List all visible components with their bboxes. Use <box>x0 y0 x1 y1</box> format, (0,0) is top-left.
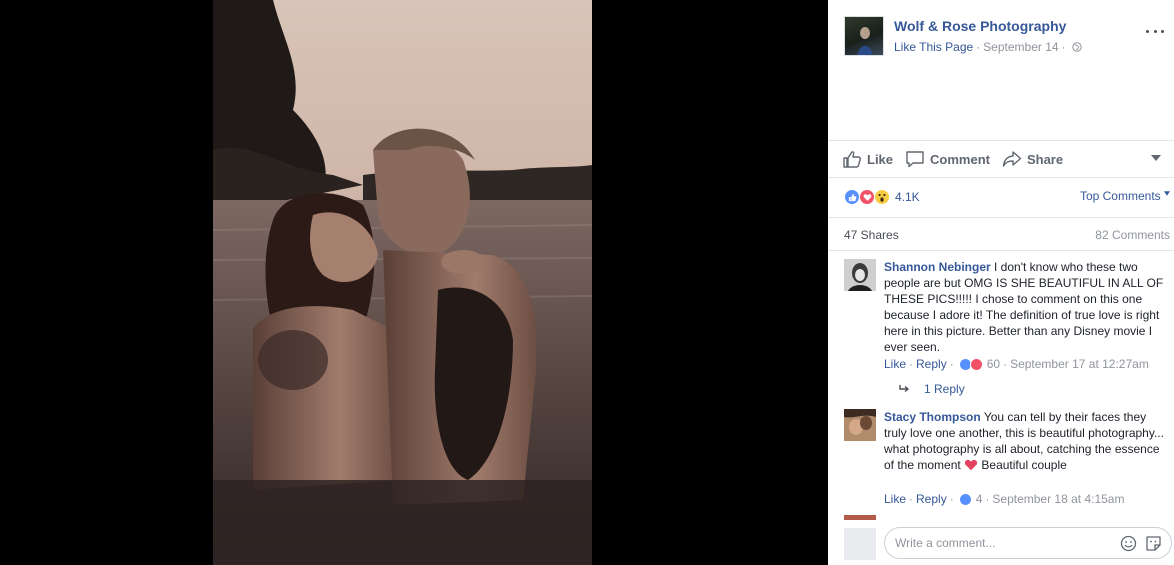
comment-text: I don't know who these two people are bu… <box>884 260 1164 354</box>
heart-icon <box>964 459 978 471</box>
comment-actions: Like · Reply · 4 · September 18 at 4:15a… <box>884 492 1124 506</box>
comment-reply-link[interactable]: Reply <box>916 492 947 506</box>
top-comments-label: Top Comments <box>1079 189 1161 203</box>
comment-reactions[interactable] <box>958 357 983 371</box>
shares-count[interactable]: 47 Shares <box>844 228 899 242</box>
commenter-avatar[interactable] <box>844 259 876 291</box>
love-reaction-icon[interactable] <box>859 189 875 205</box>
replies-count: 1 Reply <box>924 382 965 396</box>
post-photo[interactable] <box>213 0 592 565</box>
comment-icon <box>906 151 924 168</box>
love-reaction-icon <box>969 357 983 371</box>
comment-actions: Like · Reply · 60 · September 17 at 12:2… <box>884 357 1149 371</box>
comment-composer <box>828 520 1174 565</box>
comment-author[interactable]: Stacy Thompson <box>884 410 981 424</box>
wow-reaction-icon[interactable] <box>874 189 890 205</box>
share-label: Share <box>1026 151 1064 167</box>
view-replies-link[interactable]: 1 Reply <box>898 382 965 396</box>
separator: · <box>985 492 990 506</box>
comment-like-link[interactable]: Like <box>884 357 906 371</box>
caret-down-icon[interactable] <box>1150 153 1162 163</box>
like-button[interactable]: Like <box>842 150 893 168</box>
comment-text-end: Beautiful couple <box>981 458 1067 472</box>
user-avatar <box>844 528 876 560</box>
post-counts: 47 Shares 82 Comments <box>844 227 1172 243</box>
photo-viewer <box>0 0 828 565</box>
comment-reaction-count[interactable]: 4 <box>976 492 983 506</box>
like-reaction-icon[interactable] <box>844 189 860 205</box>
separator: · <box>909 357 914 371</box>
page-name[interactable]: Wolf & Rose Photography <box>894 18 1066 34</box>
comment-timestamp[interactable]: September 17 at 12:27am <box>1010 357 1149 371</box>
share-button[interactable]: Share <box>1002 150 1063 168</box>
page-avatar[interactable] <box>844 16 884 56</box>
share-icon <box>1002 151 1022 167</box>
separator: · <box>1061 40 1066 54</box>
divider <box>828 140 1174 141</box>
sticker-icon[interactable] <box>1145 535 1162 552</box>
post-sidebar: Wolf & Rose Photography Like This Page ·… <box>828 0 1174 565</box>
couple-in-lake-photo <box>213 0 592 565</box>
comment-like-link[interactable]: Like <box>884 492 906 506</box>
comment-reply-link[interactable]: Reply <box>916 357 947 371</box>
comment-timestamp[interactable]: September 18 at 4:15am <box>992 492 1124 506</box>
post-header: Wolf & Rose Photography Like This Page ·… <box>844 16 1164 56</box>
like-reaction-icon <box>958 492 972 506</box>
separator: · <box>976 40 981 54</box>
divider <box>828 177 1174 178</box>
separator: · <box>1003 357 1008 371</box>
post-date[interactable]: September 14 <box>983 40 1058 54</box>
comment-reactions[interactable] <box>958 492 972 506</box>
comments-count[interactable]: 82 Comments <box>1095 228 1170 242</box>
comment-body: Stacy Thompson You can tell by their fac… <box>884 409 1164 473</box>
comment-label: Comment <box>930 151 990 167</box>
reaction-count[interactable]: 4.1K <box>895 190 920 204</box>
caret-down-icon <box>1164 191 1170 196</box>
like-label: Like <box>867 151 894 167</box>
separator: · <box>909 492 914 506</box>
comment-reaction-count[interactable]: 60 <box>987 357 1000 371</box>
comment-body: Shannon Nebinger I don't know who these … <box>884 259 1164 355</box>
separator: · <box>949 357 954 371</box>
like-page-link[interactable]: Like This Page <box>894 40 973 54</box>
comment-button[interactable]: Comment <box>905 150 990 168</box>
emoji-icon[interactable] <box>1120 535 1137 552</box>
divider <box>828 250 1174 251</box>
more-options-icon[interactable] <box>1146 24 1164 38</box>
commenter-avatar[interactable] <box>844 409 876 441</box>
comment-author[interactable]: Shannon Nebinger <box>884 260 991 274</box>
thumbs-up-icon <box>843 151 861 168</box>
post-meta: Like This Page · September 14 · <box>894 40 1082 54</box>
reply-arrow-icon <box>899 385 910 393</box>
divider <box>828 217 1174 218</box>
top-comments-dropdown[interactable]: Top Comments <box>1080 189 1170 203</box>
reactions-summary: 4.1K Top Comments <box>844 188 1172 206</box>
post-actions: Like Comment Share <box>842 148 1162 170</box>
separator: · <box>949 492 954 506</box>
globe-icon <box>1071 42 1082 52</box>
